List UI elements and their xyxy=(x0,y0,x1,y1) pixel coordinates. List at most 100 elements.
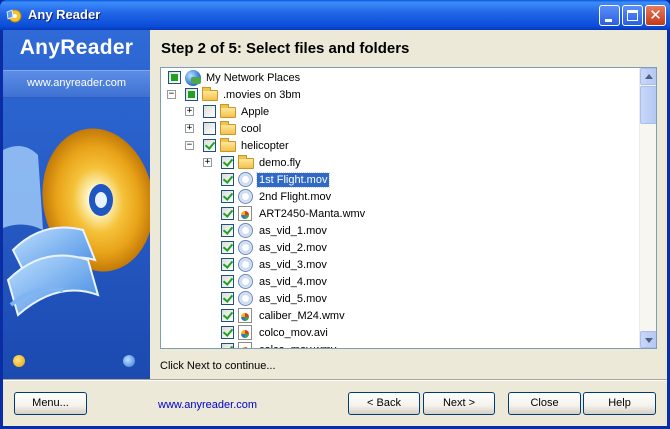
tree-row[interactable]: + demo.fly xyxy=(161,154,639,171)
tree-item-label[interactable]: Apple xyxy=(239,105,271,119)
tree-vertical-scrollbar[interactable] xyxy=(639,68,656,348)
title-bar[interactable]: Any Reader ✕ xyxy=(0,0,670,30)
tree-item-label[interactable]: as_vid_5.mov xyxy=(257,292,329,306)
brand-logo-text: AnyReader xyxy=(19,36,134,59)
tree-checkbox[interactable] xyxy=(203,122,216,135)
tree-item-label[interactable]: cool xyxy=(239,122,263,136)
tree-checkbox[interactable] xyxy=(221,156,234,169)
folder-icon xyxy=(220,104,236,118)
tree-row[interactable]: − .movies on 3bm xyxy=(161,86,639,103)
collapse-icon[interactable]: − xyxy=(185,141,194,150)
tree-row[interactable]: + Apple xyxy=(161,103,639,120)
tree-row[interactable]: ART2450-Manta.wmv xyxy=(161,205,639,222)
quicktime-icon xyxy=(238,291,253,306)
help-button[interactable]: Help xyxy=(583,392,656,415)
media-file-icon xyxy=(238,206,252,221)
expand-icon[interactable]: + xyxy=(185,107,194,116)
tree-item-label[interactable]: ART2450-Manta.wmv xyxy=(257,207,367,221)
tree-item-label[interactable]: 1st Flight.mov xyxy=(255,172,331,188)
close-window-button[interactable]: ✕ xyxy=(645,5,666,26)
tree-checkbox[interactable] xyxy=(221,207,234,220)
sidebar-url: www.anyreader.com xyxy=(26,77,127,89)
tree-checkbox[interactable] xyxy=(203,105,216,118)
tree-item-label[interactable]: 2nd Flight.mov xyxy=(257,190,333,204)
tree-row[interactable]: − helicopter xyxy=(161,137,639,154)
folder-icon xyxy=(220,121,236,135)
tree-row[interactable]: My Network Places xyxy=(161,69,639,86)
tree-item-label[interactable]: as_vid_3.mov xyxy=(257,258,329,272)
tree-checkbox[interactable] xyxy=(221,190,234,203)
step-heading: Step 2 of 5: Select files and folders xyxy=(161,40,410,57)
file-tree[interactable]: My Network Places − .movies on 3bm + Apple + c… xyxy=(160,67,657,349)
info-drop-icon xyxy=(123,355,135,367)
sidebar-banner: AnyReader www.anyreader.com xyxy=(3,30,150,379)
tree-item-label[interactable]: .movies on 3bm xyxy=(221,88,303,102)
expand-icon[interactable]: + xyxy=(185,124,194,133)
file-tree-rows: My Network Places − .movies on 3bm + Apple + c… xyxy=(161,68,639,348)
tree-row[interactable]: as_vid_3.mov xyxy=(161,256,639,273)
tree-checkbox[interactable] xyxy=(221,292,234,305)
tree-row[interactable]: + cool xyxy=(161,120,639,137)
folder-icon xyxy=(220,138,236,152)
media-file-icon xyxy=(238,325,252,340)
scroll-up-button[interactable] xyxy=(640,68,656,85)
tree-checkbox[interactable] xyxy=(221,224,234,237)
quicktime-icon xyxy=(238,223,253,238)
quicktime-icon xyxy=(238,274,253,289)
wizard-body: AnyReader www.anyreader.com Step 2 of 5:… xyxy=(3,30,667,426)
tree-item-label[interactable]: as_vid_1.mov xyxy=(257,224,329,238)
tree-item-label[interactable]: colco_mov.avi xyxy=(257,326,330,340)
tree-row[interactable]: colco_mov.avi xyxy=(161,324,639,341)
tree-checkbox[interactable] xyxy=(221,173,234,186)
tree-item-label[interactable]: helicopter xyxy=(239,139,291,153)
tree-row[interactable]: as_vid_1.mov xyxy=(161,222,639,239)
next-button[interactable]: Next > xyxy=(423,392,495,415)
tree-item-label[interactable]: as_vid_2.mov xyxy=(257,241,329,255)
tree-checkbox[interactable] xyxy=(168,71,181,84)
maximize-button[interactable] xyxy=(622,5,643,26)
close-icon: ✕ xyxy=(649,7,662,24)
collapse-icon[interactable]: − xyxy=(167,90,176,99)
tree-checkbox[interactable] xyxy=(221,326,234,339)
disc-folder-illustration xyxy=(3,128,150,317)
tree-row[interactable]: caliber_M24.wmv xyxy=(161,307,639,324)
menu-button[interactable]: Menu... xyxy=(14,392,87,415)
help-bulb-icon xyxy=(13,355,25,367)
chevron-up-icon xyxy=(645,74,653,79)
tree-checkbox[interactable] xyxy=(185,88,198,101)
tree-item-label[interactable]: caliber_M24.wmv xyxy=(257,309,347,323)
scroll-down-button[interactable] xyxy=(640,331,656,348)
globe-icon xyxy=(185,70,201,86)
tree-checkbox[interactable] xyxy=(221,258,234,271)
window-title: Any Reader xyxy=(28,7,101,22)
tree-row[interactable]: as_vid_5.mov xyxy=(161,290,639,307)
website-link[interactable]: www.anyreader.com xyxy=(158,399,257,411)
media-file-icon xyxy=(238,308,252,323)
tree-item-label[interactable]: My Network Places xyxy=(204,71,302,85)
minimize-button[interactable] xyxy=(599,5,620,26)
back-button[interactable]: < Back xyxy=(348,392,420,415)
anyreader-app-icon xyxy=(6,9,22,23)
tree-checkbox[interactable] xyxy=(203,139,216,152)
folder-icon xyxy=(202,87,218,101)
tree-item-label[interactable]: colco_mov.wmv xyxy=(257,343,338,348)
tree-row[interactable]: 1st Flight.mov xyxy=(161,171,639,188)
expand-icon[interactable]: + xyxy=(203,158,212,167)
tree-row[interactable]: as_vid_4.mov xyxy=(161,273,639,290)
tree-checkbox[interactable] xyxy=(221,309,234,322)
tree-row[interactable]: colco_mov.wmv xyxy=(161,341,639,348)
quicktime-icon xyxy=(238,172,253,187)
quicktime-icon xyxy=(238,189,253,204)
tree-checkbox[interactable] xyxy=(221,275,234,288)
media-file-icon xyxy=(238,342,252,348)
tree-checkbox[interactable] xyxy=(221,241,234,254)
app-window: Any Reader ✕ AnyReader www.anyreader.com xyxy=(0,0,670,429)
tree-row[interactable]: as_vid_2.mov xyxy=(161,239,639,256)
scroll-thumb[interactable] xyxy=(640,86,656,124)
tree-checkbox[interactable] xyxy=(221,343,234,348)
quicktime-icon xyxy=(238,240,253,255)
tree-row[interactable]: 2nd Flight.mov xyxy=(161,188,639,205)
tree-item-label[interactable]: as_vid_4.mov xyxy=(257,275,329,289)
tree-item-label[interactable]: demo.fly xyxy=(257,156,303,170)
close-button[interactable]: Close xyxy=(508,392,581,415)
